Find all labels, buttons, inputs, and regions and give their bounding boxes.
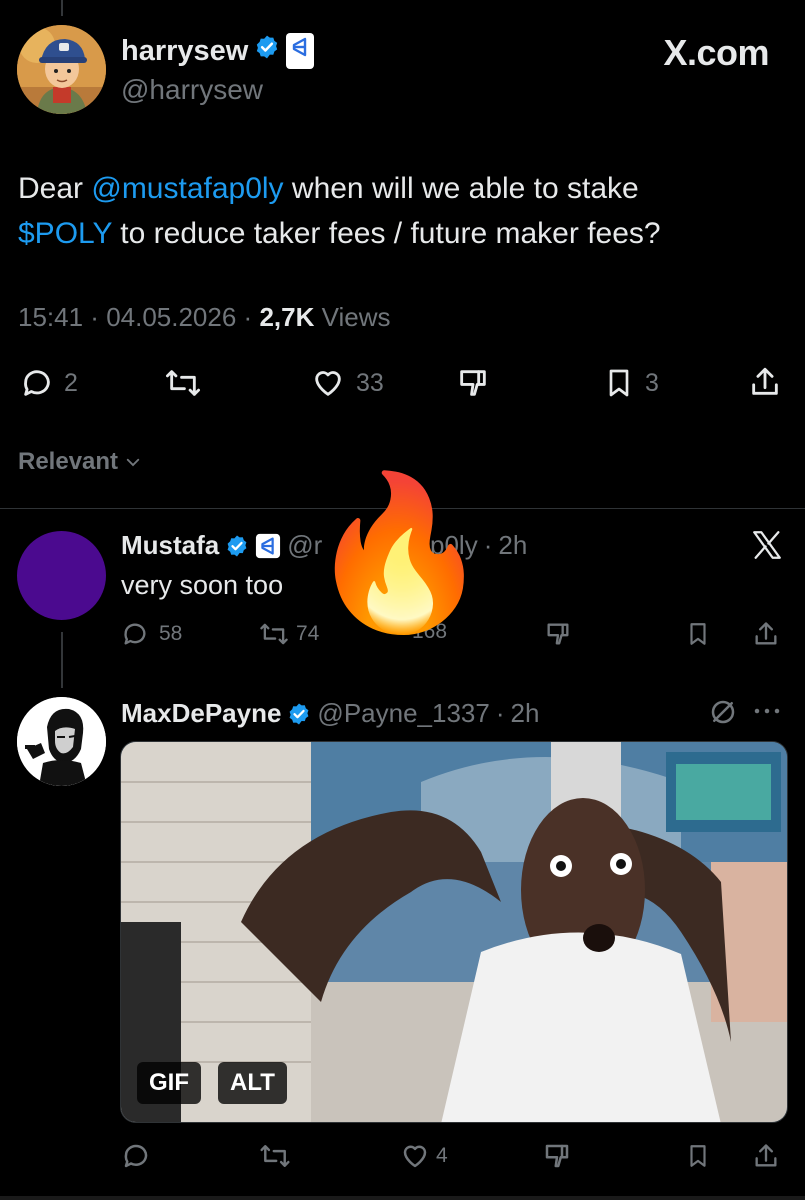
reply-author-name[interactable]: MaxDePayne <box>121 698 281 729</box>
bookmark-icon <box>690 623 706 645</box>
reply-time[interactable]: 2h <box>511 698 540 729</box>
repost-button[interactable] <box>163 366 203 400</box>
share-button[interactable] <box>752 1140 780 1172</box>
more-options-icon[interactable] <box>752 701 782 721</box>
heart-icon <box>403 1145 427 1168</box>
reply-header-maxdepayne: MaxDePayne @Payne_1337 · 2h <box>121 698 540 729</box>
author-handle[interactable]: @harrysew <box>121 74 263 106</box>
repost-icon <box>260 1145 290 1167</box>
tweet-text-prefix: Dear <box>18 172 92 205</box>
like-button[interactable]: 33 <box>310 366 384 400</box>
dislike-button[interactable] <box>544 620 572 648</box>
reply-count: 58 <box>159 622 183 645</box>
author-name-row: harrysew <box>121 33 315 69</box>
bookmark-button[interactable] <box>685 1141 711 1171</box>
bookmark-icon <box>609 369 629 397</box>
bottom-edge <box>0 1196 805 1200</box>
views-label: Views <box>321 302 391 332</box>
tweet-text: Dear @mustafap0ly when will we able to s… <box>18 166 788 256</box>
author-avatar[interactable] <box>17 25 106 114</box>
cashtag-link[interactable]: $POLY <box>18 217 112 250</box>
grok-slash-circle-icon <box>711 700 735 724</box>
share-icon <box>752 367 778 395</box>
share-icon <box>755 622 777 645</box>
dislike-button[interactable] <box>456 366 490 400</box>
reply-author-name[interactable]: Mustafa <box>121 530 219 561</box>
share-icon <box>755 1144 777 1167</box>
affiliate-badge-icon <box>256 533 281 558</box>
tweet-time[interactable]: 15:41 <box>18 302 83 332</box>
reply-thread-line <box>61 632 63 688</box>
avatar-illustration <box>17 697 106 786</box>
thread-line-top <box>61 0 63 16</box>
chevron-down-icon <box>126 458 140 467</box>
reply-time[interactable]: 2h <box>498 530 527 561</box>
like-count: 33 <box>356 368 384 397</box>
fire-emoji-sticker: 🔥 <box>306 468 493 636</box>
reply-handle[interactable]: @Payne_1337 <box>317 698 489 729</box>
brand-label: X.com <box>663 32 769 73</box>
grok-icon[interactable] <box>708 697 738 727</box>
bookmark-icon <box>690 1145 706 1167</box>
thumbs-down-icon <box>547 623 569 645</box>
verified-badge-icon <box>254 34 280 68</box>
reply-button[interactable] <box>121 1141 151 1171</box>
thumbs-down-icon <box>545 1144 569 1168</box>
gif-badge: GIF <box>137 1062 201 1104</box>
reply-button[interactable]: 2 <box>20 366 78 400</box>
sort-label: Relevant <box>18 448 119 475</box>
reply-count: 2 <box>64 368 78 397</box>
thumbs-down-icon <box>460 370 486 396</box>
heart-icon <box>315 371 341 396</box>
avatar-illustration <box>17 25 106 114</box>
alt-badge[interactable]: ALT <box>218 1062 287 1104</box>
ellipsis-icon <box>754 708 780 714</box>
reply-icon <box>24 370 50 396</box>
tweet-text-suffix: to reduce taker fees / future maker fees… <box>111 217 661 250</box>
repost-icon <box>260 623 288 645</box>
reply-avatar-maxdepayne[interactable] <box>17 697 106 786</box>
tweet-date[interactable]: 04.05.2026 <box>106 302 236 332</box>
share-button[interactable] <box>752 619 780 649</box>
views-count: 2,7K <box>259 302 315 332</box>
verified-badge-icon <box>290 703 309 724</box>
mention-link[interactable]: @mustafap0ly <box>91 172 283 205</box>
reply-text: very soon too <box>121 570 284 600</box>
reply-icon <box>124 623 146 645</box>
sort-dropdown[interactable]: Relevant <box>18 448 142 476</box>
tweet-meta: 15:41 · 04.05.2026 · 2,7K Views <box>18 302 391 332</box>
repost-icon <box>166 370 200 396</box>
author-name[interactable]: harrysew <box>121 35 248 68</box>
bookmark-button[interactable]: 3 <box>603 366 659 400</box>
x-logo-icon <box>750 528 784 562</box>
share-button[interactable] <box>748 364 782 400</box>
reply-avatar-mustafa[interactable] <box>17 531 106 620</box>
like-button[interactable]: 4 <box>400 1141 448 1171</box>
tweet-text-mid: when will we able to stake <box>283 172 639 205</box>
dislike-button[interactable] <box>542 1141 572 1171</box>
like-count: 4 <box>436 1144 448 1167</box>
bookmark-button[interactable] <box>685 620 711 648</box>
bookmark-count: 3 <box>645 368 659 397</box>
reply-icon <box>124 1144 148 1168</box>
affiliate-badge-icon <box>286 33 315 69</box>
repost-button[interactable] <box>258 1141 292 1171</box>
reply-button[interactable]: 58 <box>121 620 182 648</box>
verified-badge-icon <box>227 535 247 556</box>
